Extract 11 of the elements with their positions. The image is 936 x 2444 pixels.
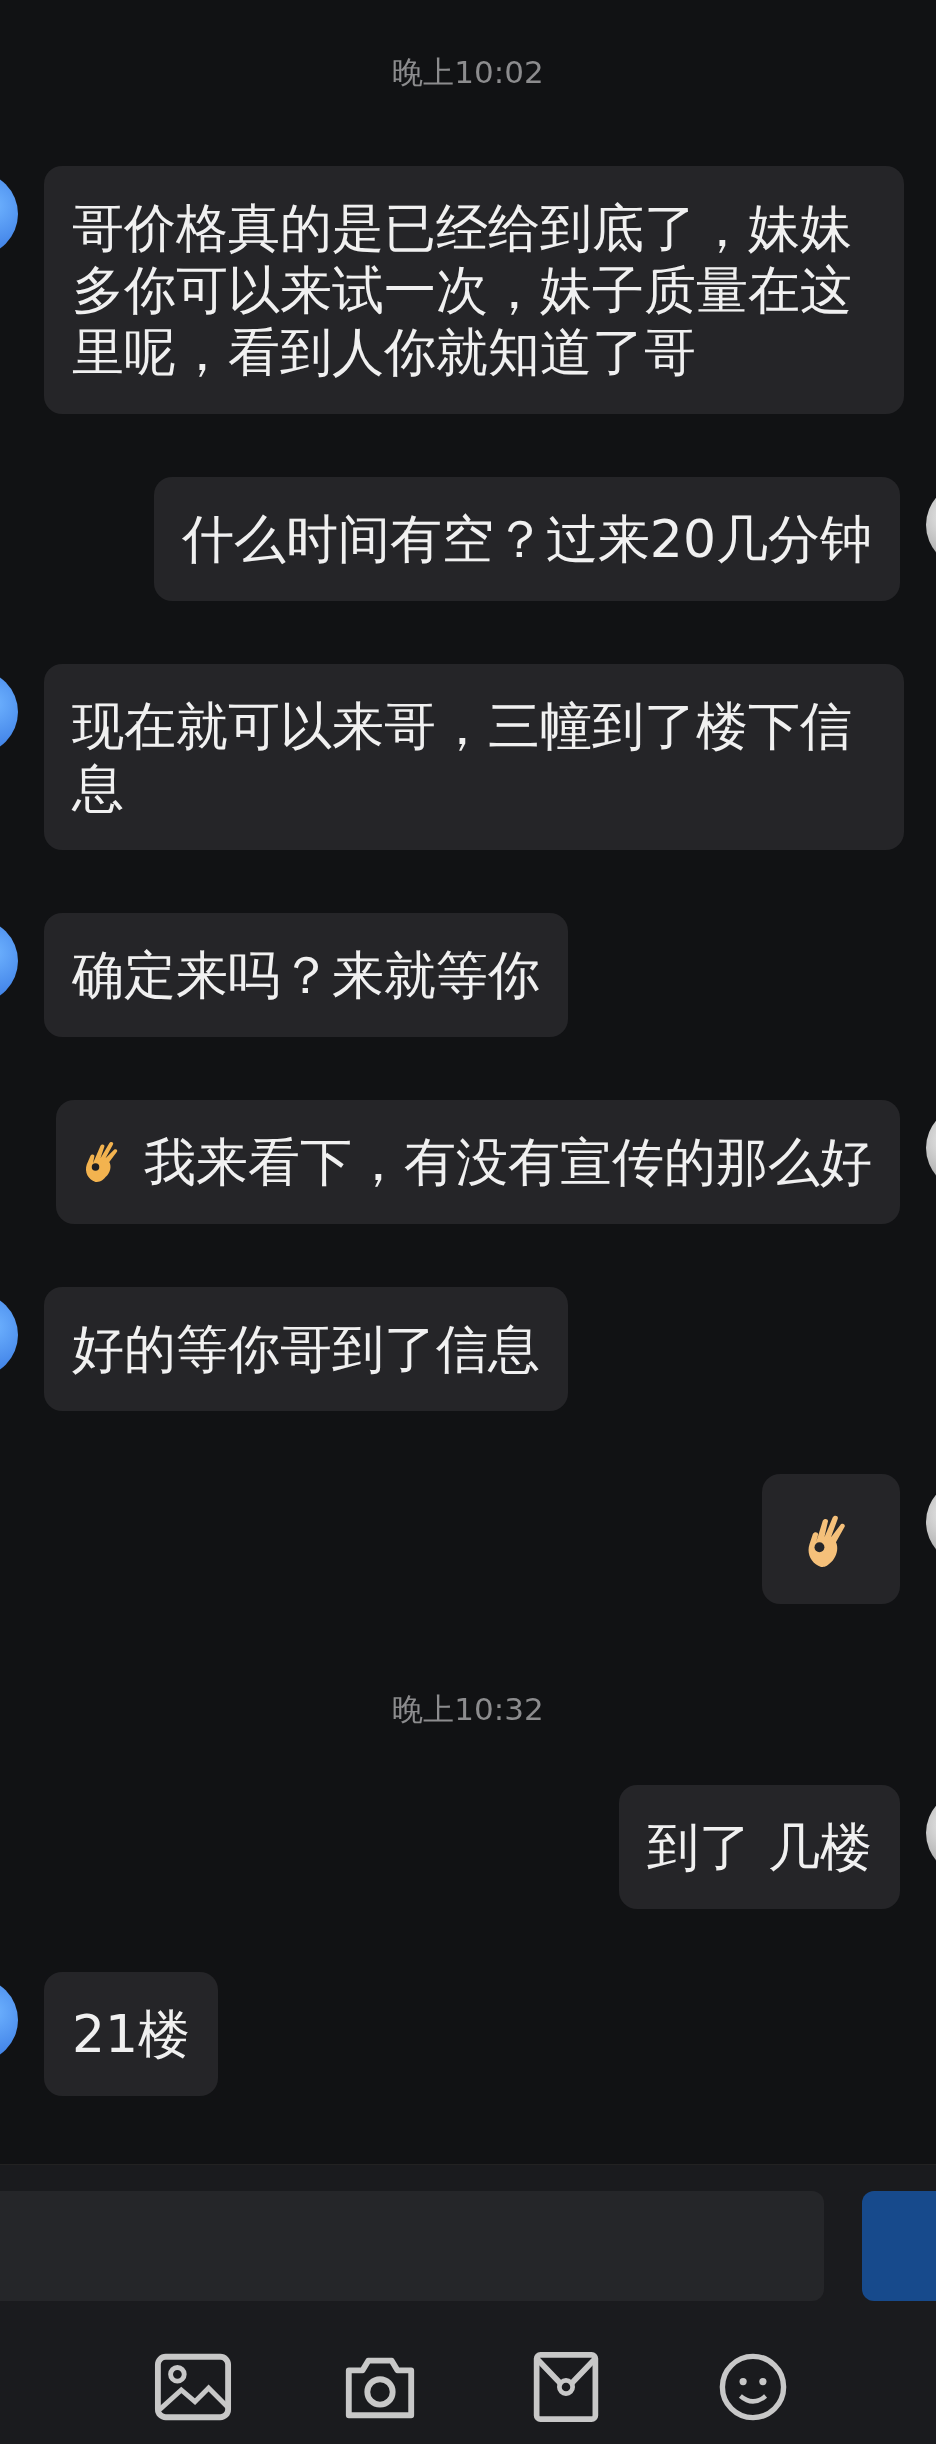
image-icon[interactable] (154, 2351, 233, 2423)
message-bubble: 我来看下，有没有宣传的那么好 (56, 1100, 900, 1224)
message-bubble: 好的等你哥到了信息 (44, 1287, 568, 1411)
timestamp: 晚上10:32 (392, 1690, 544, 1729)
timestamp: 晚上10:02 (392, 53, 544, 92)
message-bubble: 哥价格真的是已经给到底了，妹妹多你可以来试一次，妹子质量在这里呢，看到人你就知道了哥 (44, 166, 904, 414)
message-bubble: 21楼 (44, 1972, 219, 2096)
message-bubble: 到了 几楼 (619, 1785, 900, 1909)
message-bubble: 现在就可以来哥，三幢到了楼下信息 (44, 664, 904, 850)
message-bubble: 什么时间有空？过来20几分钟 (153, 477, 900, 601)
message-bubble: 确定来吗？来就等你 (44, 913, 568, 1037)
